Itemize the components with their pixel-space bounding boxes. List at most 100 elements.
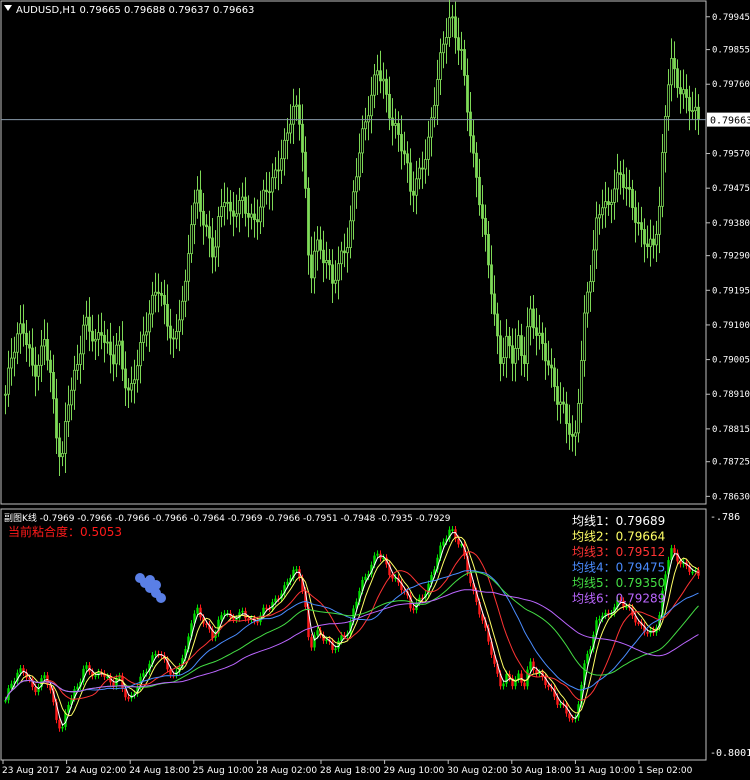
candle-body (37, 364, 40, 377)
candle-body (88, 316, 91, 332)
indicator-candle-body (442, 541, 445, 546)
candle-body (553, 367, 556, 387)
indicator-candle-body (265, 607, 268, 610)
candle-body (175, 330, 178, 340)
price-tick-label: 0.79005 (712, 356, 750, 366)
candle-body (379, 70, 382, 82)
candle-body (649, 238, 652, 247)
candle-body (166, 303, 169, 327)
candle-body (343, 250, 346, 254)
candle-body (256, 219, 259, 223)
candle-body (682, 89, 685, 95)
candle-body (580, 360, 583, 404)
candle-body (160, 293, 163, 296)
candle-body (130, 383, 133, 391)
current-price-label: 0.79663 (710, 116, 750, 127)
indicator-candle-body (325, 639, 328, 642)
indicator-candle-body (523, 682, 526, 687)
candle-body (184, 280, 187, 302)
candle-body (604, 201, 607, 209)
candle-body (325, 260, 328, 264)
candle-body (406, 153, 409, 164)
candle-body (349, 220, 352, 248)
candle-body (601, 207, 604, 216)
candle-body (277, 169, 280, 172)
candle-body (22, 323, 25, 334)
candle-body (19, 323, 22, 335)
candle-body (55, 398, 58, 439)
candle-body (694, 106, 697, 112)
candle-body (283, 139, 286, 160)
candle-body (259, 206, 262, 223)
candle-body (265, 189, 268, 193)
candle-body (499, 335, 502, 364)
candle-body (511, 345, 514, 364)
time-tick-label: 30 Aug 18:00 (511, 766, 572, 776)
candle-body (10, 357, 13, 369)
main-price-panel: 0.79945 0.79855 0.79760 0.79570 0.79475 0.793… (0, 0, 750, 505)
candle-body (70, 389, 73, 406)
candle-body (538, 332, 541, 336)
candle-body (319, 239, 322, 251)
candle-body (598, 214, 601, 219)
candle-body (394, 123, 397, 126)
candle-body (127, 387, 130, 391)
candle-body (667, 84, 670, 117)
candle-body (148, 313, 151, 333)
candle-body (298, 104, 301, 125)
indicator-candle-body (196, 607, 199, 614)
candle-body (625, 187, 628, 189)
candle-body (466, 75, 469, 113)
indicator-candle-body (364, 576, 367, 580)
candle-body (67, 404, 70, 422)
candle-body (235, 213, 238, 217)
indicator-candle-body (625, 606, 628, 609)
candle-body (364, 121, 367, 130)
candle-body (493, 293, 496, 315)
candle-body (496, 313, 499, 337)
candle-body (340, 250, 343, 265)
candle-body (490, 264, 493, 295)
candle-body (571, 433, 574, 437)
price-tick-label: 0.79195 (712, 286, 750, 296)
candle-body (523, 355, 526, 364)
candle-body (559, 401, 562, 405)
candle-body (505, 335, 508, 359)
candle-body (382, 78, 385, 82)
candle-body (262, 189, 265, 208)
candle-body (433, 104, 436, 119)
price-tick-label: 0.79100 (712, 321, 750, 331)
candle-body (445, 37, 448, 45)
candle-body (154, 291, 157, 296)
candle-body (43, 339, 46, 347)
candle-body (217, 216, 220, 248)
candle-body (541, 332, 544, 344)
candle-body (697, 106, 700, 120)
candle-body (622, 174, 625, 188)
candle-body (334, 279, 337, 284)
candle-body (82, 324, 85, 355)
candle-body (634, 207, 637, 223)
price-tick-label: 0.79380 (712, 219, 750, 229)
time-axis: 23 Aug 2017 24 Aug 02:00 24 Aug 18:00 25 Au… (2, 760, 693, 776)
time-tick-label: 31 Aug 10:00 (574, 766, 635, 776)
ma-legend-item: 均线3：0.79512 (572, 545, 665, 559)
candle-body (301, 123, 304, 153)
candle-body (520, 335, 523, 356)
time-tick-label: 24 Aug 18:00 (129, 766, 190, 776)
candle-body (658, 205, 661, 235)
candle-body (247, 212, 250, 218)
indicator-candle-body (412, 608, 415, 611)
time-tick-label: 1 Sep 02:00 (638, 766, 693, 776)
candle-body (25, 332, 28, 346)
candle-body (448, 17, 451, 38)
candle-body (652, 238, 655, 246)
sticky-degree-label: 当前粘合度：0.5053 (8, 524, 122, 539)
indicator-candle-body (34, 686, 37, 693)
candle-body (100, 332, 103, 336)
ma-legend-item: 均线2：0.79664 (572, 530, 665, 544)
candle-body (331, 264, 334, 284)
time-tick-label: 24 Aug 02:00 (66, 766, 127, 776)
candle-body (544, 343, 547, 362)
candle-body (253, 213, 256, 221)
